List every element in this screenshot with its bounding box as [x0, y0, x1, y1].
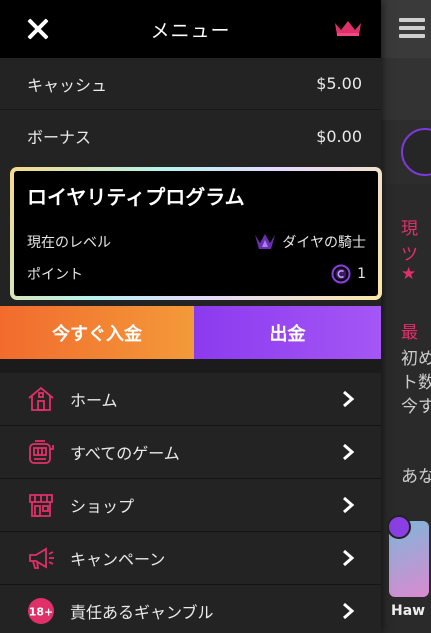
nav-item-campaign[interactable]: キャンペーン	[0, 532, 381, 585]
background-balance-block	[381, 58, 431, 120]
menu-title: メニュー	[150, 19, 231, 42]
bonus-value: $0.00	[316, 126, 362, 146]
level-label: 現在のレベル	[27, 235, 111, 251]
background-game-tile[interactable]: Haw	[381, 505, 431, 625]
chevron-right-icon	[343, 444, 355, 460]
drawer-header: メニュー	[0, 0, 381, 58]
crown-icon	[335, 21, 361, 36]
background-info-card: 最 初め ト数 今す	[381, 306, 431, 417]
points-coin-icon	[331, 264, 351, 284]
menu-drawer: メニュー キャッシュ $5.00 ボーナス $0.00 ロイヤリティプログラム …	[0, 0, 382, 633]
nav-label-all-games: すべてのゲーム	[70, 444, 180, 463]
loyalty-section: ロイヤリティプログラム 現在のレベル ダイヤの騎士 ポイント 1	[0, 162, 382, 306]
chevron-right-icon	[343, 391, 355, 407]
hamburger-icon[interactable]	[399, 18, 425, 42]
nav-label-home: ホーム	[70, 391, 118, 410]
knight-badge-icon	[255, 234, 276, 249]
nav-item-home[interactable]: ホーム	[0, 373, 381, 426]
background-topbar	[381, 0, 431, 58]
bonus-balance-row: ボーナス $0.00	[0, 110, 381, 162]
nav-label-campaign: キャンペーン	[70, 550, 166, 569]
home-icon	[26, 384, 56, 414]
deposit-button[interactable]: 今すぐ入金	[0, 306, 194, 359]
cash-label: キャッシュ	[27, 75, 108, 95]
level-value: ダイヤの騎士	[282, 235, 366, 251]
points-value: 1	[357, 266, 366, 282]
nav-label-responsible-gambling: 責任あるギャンブル	[70, 603, 214, 622]
points-label: ポイント	[27, 267, 83, 283]
nav-item-responsible-gambling[interactable]: 18+ 責任あるギャンブル	[0, 585, 381, 633]
loyalty-card[interactable]: ロイヤリティプログラム 現在のレベル ダイヤの騎士 ポイント 1	[10, 167, 382, 300]
slot-machine-icon	[26, 437, 56, 467]
chevron-right-icon	[343, 603, 355, 619]
bonus-label: ボーナス	[27, 128, 92, 147]
nav-item-shop[interactable]: ショップ	[0, 479, 381, 532]
loyalty-level-row: 現在のレベル ダイヤの騎士	[27, 226, 366, 258]
background-promo-card: 現 ツ ★	[381, 196, 431, 296]
chevron-right-icon	[343, 497, 355, 513]
background-page: 現 ツ ★ 最 初め ト数 今す あな Haw	[381, 0, 431, 633]
chevron-right-icon	[343, 550, 355, 566]
cash-value: $5.00	[316, 74, 362, 93]
action-buttons: 今すぐ入金 出金	[0, 306, 381, 359]
nav-label-shop: ショップ	[70, 497, 135, 516]
withdraw-button[interactable]: 出金	[194, 306, 381, 359]
nav-item-all-games[interactable]: すべてのゲーム	[0, 426, 381, 479]
megaphone-icon	[26, 543, 56, 573]
background-avatar-block	[381, 120, 431, 184]
loyalty-title: ロイヤリティプログラム	[27, 185, 245, 209]
close-icon[interactable]	[26, 17, 50, 41]
svg-text:18+: 18+	[29, 606, 54, 619]
background-section-text: あな	[401, 467, 431, 487]
nav-list: ホーム すべてのゲーム ショップ キャンペーン 18+ 責任あるギャンブル	[0, 373, 381, 633]
loyalty-points-row: ポイント 1	[27, 258, 366, 290]
shop-icon	[26, 490, 56, 520]
cash-balance-row: キャッシュ $5.00	[0, 58, 381, 110]
age-18-icon: 18+	[26, 596, 56, 626]
